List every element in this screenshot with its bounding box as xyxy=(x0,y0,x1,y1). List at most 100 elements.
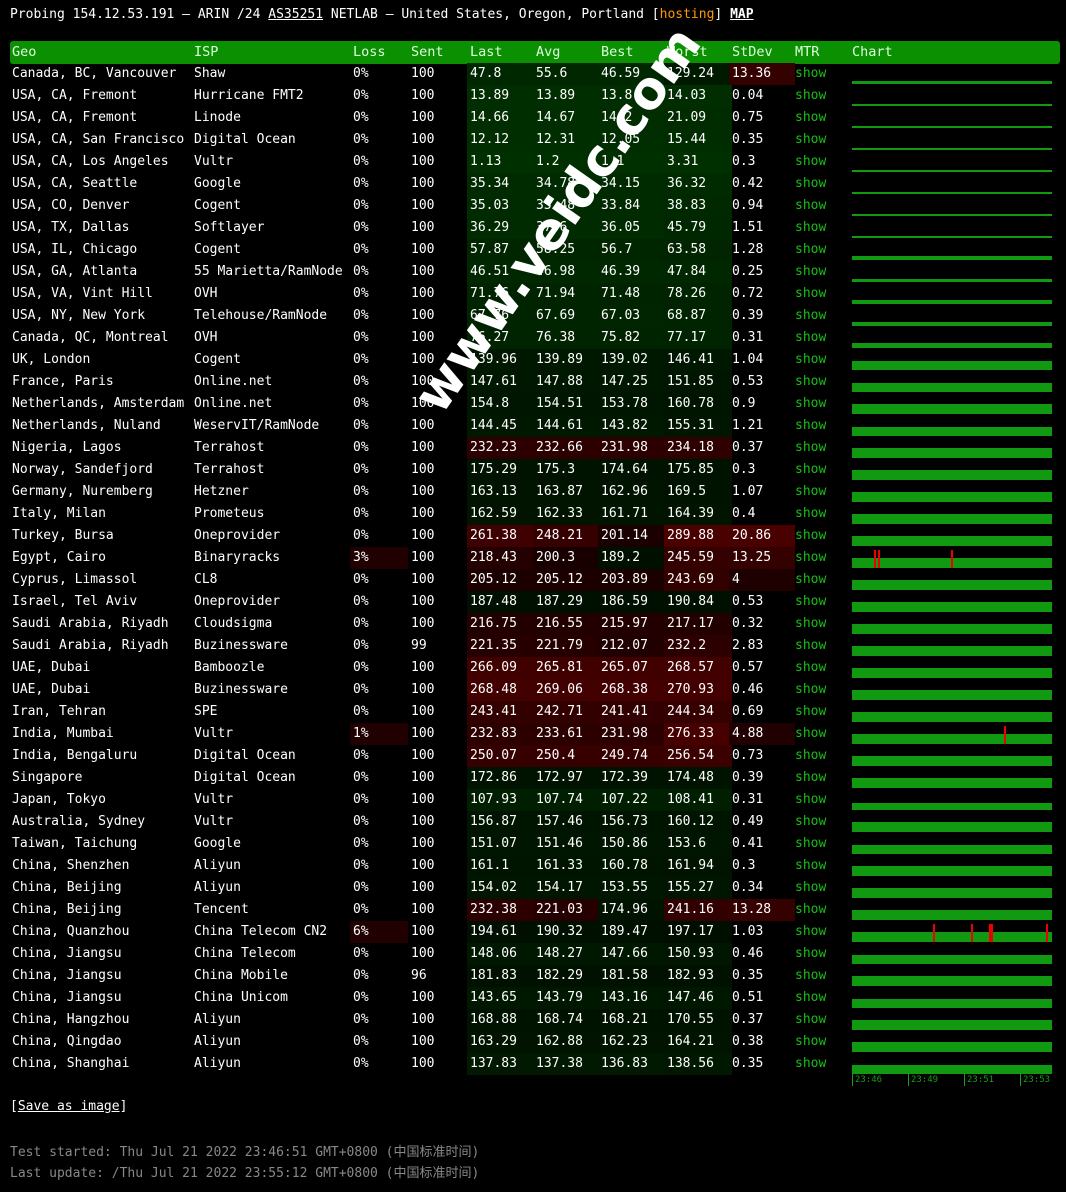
avg-cell: 232.66 xyxy=(533,437,601,459)
map-link[interactable]: MAP xyxy=(730,7,753,22)
last-cell: 163.13 xyxy=(467,481,536,503)
mtr-show-link[interactable]: show xyxy=(795,459,826,481)
loss-cell: 0% xyxy=(353,572,369,587)
latency-bar xyxy=(852,866,1052,876)
geo-cell: USA, GA, Atlanta xyxy=(12,264,138,279)
avg-cell: 147.88 xyxy=(533,371,601,393)
mtr-show-link[interactable]: show xyxy=(795,129,826,151)
sent-cell: 100 xyxy=(411,374,435,389)
table-row: China, Beijing Tencent 0% 100 232.38 221.03 17… xyxy=(0,899,1066,921)
table-row: Netherlands, Nuland WeservIT/RamNode 0% 100… xyxy=(0,415,1066,437)
mtr-show-link[interactable]: show xyxy=(795,1053,826,1075)
loss-cell: 0% xyxy=(353,836,369,851)
loss-cell: 0% xyxy=(353,814,369,829)
loss-cell: 0% xyxy=(353,616,369,631)
mtr-show-link[interactable]: show xyxy=(795,1031,826,1053)
mtr-show-link[interactable]: show xyxy=(795,965,826,987)
mtr-show-link[interactable]: show xyxy=(795,987,826,1009)
geo-cell: Singapore xyxy=(12,770,83,785)
stdev-cell: 1.04 xyxy=(732,352,764,367)
mtr-show-link[interactable]: show xyxy=(795,833,826,855)
mtr-show-link[interactable]: show xyxy=(795,613,826,635)
mtr-show-link[interactable]: show xyxy=(795,855,826,877)
mtr-show-link[interactable]: show xyxy=(795,393,826,415)
mtr-show-link[interactable]: show xyxy=(795,899,826,921)
table-row: USA, NY, New York Telehouse/RamNode 0% 100 6… xyxy=(0,305,1066,327)
mtr-show-link[interactable]: show xyxy=(795,305,826,327)
mtr-show-link[interactable]: show xyxy=(795,371,826,393)
mtr-show-link[interactable]: show xyxy=(795,261,826,283)
mtr-show-link[interactable]: show xyxy=(795,635,826,657)
mtr-show-link[interactable]: show xyxy=(795,283,826,305)
avg-cell: 172.97 xyxy=(533,767,601,789)
worst-cell: 256.54 xyxy=(664,745,732,767)
save-as-image-link[interactable]: Save as image xyxy=(18,1099,120,1114)
worst-cell: 170.55 xyxy=(664,1009,732,1031)
sent-cell: 100 xyxy=(411,176,435,191)
mtr-show-link[interactable]: show xyxy=(795,525,826,547)
mtr-show-link[interactable]: show xyxy=(795,547,826,569)
mtr-show-link[interactable]: show xyxy=(795,217,826,239)
stdev-cell: 0.53 xyxy=(732,374,764,389)
mtr-show-link[interactable]: show xyxy=(795,1009,826,1031)
stdev-cell: 13.25 xyxy=(729,547,795,569)
isp-cell: Cloudsigma xyxy=(194,616,273,631)
mtr-show-link[interactable]: show xyxy=(795,701,826,723)
mtr-show-link[interactable]: show xyxy=(795,679,826,701)
loss-cell: 0% xyxy=(353,198,369,213)
mtr-show-link[interactable]: show xyxy=(795,943,826,965)
mtr-show-link[interactable]: show xyxy=(795,239,826,261)
mtr-show-link[interactable]: show xyxy=(795,63,826,85)
mtr-show-link[interactable]: show xyxy=(795,503,826,525)
mtr-show-link[interactable]: show xyxy=(795,349,826,371)
stdev-cell: 0.34 xyxy=(732,880,764,895)
avg-cell: 148.27 xyxy=(533,943,601,965)
mtr-show-link[interactable]: show xyxy=(795,437,826,459)
mtr-show-link[interactable]: show xyxy=(795,591,826,613)
table-row: UK, London Cogent 0% 100 139.96 139.89 139.02 1… xyxy=(0,349,1066,371)
geo-cell: USA, CA, Los Angeles xyxy=(12,154,169,169)
mtr-show-link[interactable]: show xyxy=(795,569,826,591)
column-header-avg: Avg xyxy=(536,44,561,60)
mtr-show-link[interactable]: show xyxy=(795,811,826,833)
worst-cell: 78.26 xyxy=(664,283,732,305)
mtr-show-link[interactable]: show xyxy=(795,173,826,195)
mtr-show-link[interactable]: show xyxy=(795,195,826,217)
worst-cell: 174.48 xyxy=(664,767,732,789)
avg-cell: 46.98 xyxy=(533,261,601,283)
mtr-show-link[interactable]: show xyxy=(795,745,826,767)
loss-cell: 0% xyxy=(353,704,369,719)
mtr-show-link[interactable]: show xyxy=(795,151,826,173)
mtr-show-link[interactable]: show xyxy=(795,657,826,679)
loss-cell: 0% xyxy=(353,880,369,895)
mtr-show-link[interactable]: show xyxy=(795,415,826,437)
table-row: Saudi Arabia, Riyadh Buzinessware 0% 99 221.… xyxy=(0,635,1066,657)
worst-cell: 68.87 xyxy=(664,305,732,327)
mtr-show-link[interactable]: show xyxy=(795,107,826,129)
mtr-show-link[interactable]: show xyxy=(795,767,826,789)
loss-cell: 0% xyxy=(353,660,369,675)
worst-cell: 169.5 xyxy=(664,481,732,503)
mtr-show-link[interactable]: show xyxy=(795,85,826,107)
last-cell: 144.45 xyxy=(467,415,536,437)
mtr-show-link[interactable]: show xyxy=(795,723,826,745)
mtr-show-link[interactable]: show xyxy=(795,481,826,503)
loss-cell: 0% xyxy=(353,594,369,609)
sent-cell: 99 xyxy=(411,638,427,653)
table-row: UAE, Dubai Bamboozle 0% 100 266.09 265.81 265.… xyxy=(0,657,1066,679)
worst-cell: 190.84 xyxy=(664,591,732,613)
loss-cell: 0% xyxy=(353,440,369,455)
mtr-show-link[interactable]: show xyxy=(795,877,826,899)
mtr-show-link[interactable]: show xyxy=(795,327,826,349)
asn-link[interactable]: AS35251 xyxy=(268,7,323,22)
avg-cell: 107.74 xyxy=(533,789,601,811)
latency-chart xyxy=(852,63,1052,85)
mtr-show-link[interactable]: show xyxy=(795,921,826,943)
isp-cell: Oneprovider xyxy=(194,528,281,543)
worst-cell: 276.33 xyxy=(664,723,732,745)
worst-cell: 234.18 xyxy=(664,437,732,459)
best-cell: 33.84 xyxy=(598,195,667,217)
stdev-cell: 0.72 xyxy=(732,286,764,301)
sent-cell: 100 xyxy=(411,1034,435,1049)
mtr-show-link[interactable]: show xyxy=(795,789,826,811)
